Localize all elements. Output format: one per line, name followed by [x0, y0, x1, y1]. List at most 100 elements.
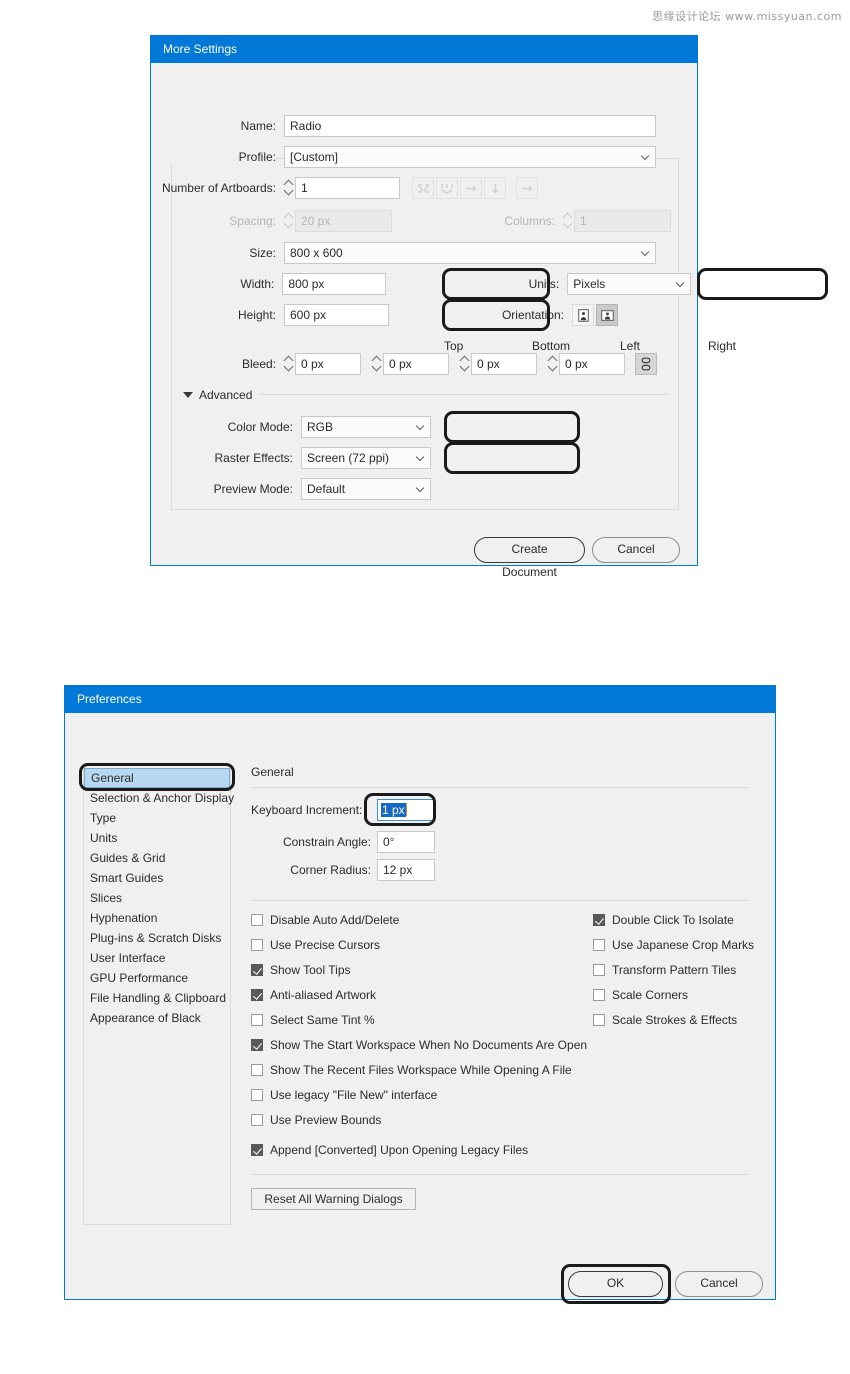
preferences-category-item[interactable]: Smart Guides — [84, 868, 230, 888]
corner-radius-input[interactable]: 12 px — [377, 859, 435, 881]
checkbox-row[interactable]: Show The Start Workspace When No Documen… — [251, 1038, 587, 1052]
bleed-left-input[interactable]: 0 px — [471, 353, 537, 375]
preferences-category-item[interactable]: User Interface — [84, 948, 230, 968]
preferences-category-item[interactable]: GPU Performance — [84, 968, 230, 988]
artboards-stepper[interactable] — [284, 177, 295, 199]
artboard-grid-columns-icon[interactable] — [436, 177, 458, 199]
field-row-raster-effects: Raster Effects: Screen (72 ppi) — [151, 447, 671, 469]
checkbox-unchecked-icon[interactable] — [251, 1089, 263, 1101]
bleed-link-icon[interactable] — [635, 353, 657, 375]
preferences-category-item[interactable]: Guides & Grid — [84, 848, 230, 868]
checkbox-unchecked-icon[interactable] — [251, 939, 263, 951]
checkbox-row[interactable]: Disable Auto Add/Delete — [251, 913, 399, 927]
bleed-top-input[interactable]: 0 px — [295, 353, 361, 375]
number-of-artboards-label: Number of Artboards: — [161, 181, 276, 195]
name-label: Name: — [240, 119, 276, 133]
checkbox-label: Transform Pattern Tiles — [612, 963, 737, 977]
units-select[interactable]: Pixels — [567, 273, 691, 295]
bleed-bottom-input[interactable]: 0 px — [383, 353, 449, 375]
checkbox-unchecked-icon[interactable] — [251, 914, 263, 926]
reset-all-warning-dialogs-button[interactable]: Reset All Warning Dialogs — [251, 1188, 416, 1210]
checkbox-row[interactable]: Select Same Tint % — [251, 1013, 375, 1027]
preferences-category-item[interactable]: Plug-ins & Scratch Disks — [84, 928, 230, 948]
height-input[interactable]: 600 px — [284, 304, 389, 326]
checkbox-row[interactable]: Scale Corners — [593, 988, 688, 1002]
checkbox-label: Show Tool Tips — [270, 963, 351, 977]
checkbox-unchecked-icon[interactable] — [251, 1014, 263, 1026]
portrait-glyph — [577, 308, 589, 322]
checkbox-row[interactable]: Use Preview Bounds — [251, 1113, 381, 1127]
bleed-right-stepper[interactable] — [548, 353, 559, 375]
keyboard-increment-value: 1 px — [381, 803, 406, 817]
arrow-right-glyph — [466, 185, 476, 191]
keyboard-increment-input[interactable]: 1 px — [377, 799, 435, 821]
checkbox-row[interactable]: Double Click To Isolate — [593, 913, 734, 927]
bleed-right-input[interactable]: 0 px — [559, 353, 625, 375]
artboard-arrange-by-row-icon[interactable] — [460, 177, 482, 199]
preferences-cancel-button[interactable]: Cancel — [675, 1271, 763, 1297]
checkbox-checked-icon[interactable] — [251, 1039, 263, 1051]
preferences-category-item[interactable]: Selection & Anchor Display — [84, 788, 234, 808]
checkbox-row[interactable]: Use legacy "File New" interface — [251, 1088, 437, 1102]
artboards-input[interactable]: 1 — [295, 177, 400, 199]
ok-button[interactable]: OK — [568, 1271, 663, 1297]
preview-mode-select[interactable]: Default — [301, 478, 431, 500]
name-input[interactable]: Radio — [284, 115, 656, 137]
checkbox-unchecked-icon[interactable] — [593, 939, 605, 951]
constrain-angle-input[interactable]: 0° — [377, 831, 435, 853]
checkbox-unchecked-icon[interactable] — [251, 1114, 263, 1126]
bleed-left-stepper[interactable] — [460, 353, 471, 375]
checkbox-checked-icon[interactable] — [593, 914, 605, 926]
size-select-value: 800 x 600 — [290, 246, 343, 260]
width-input[interactable]: 800 px — [282, 273, 387, 295]
width-label: Width: — [240, 277, 275, 291]
advanced-section-header[interactable]: Advanced — [183, 388, 252, 402]
raster-effects-select[interactable]: Screen (72 ppi) — [301, 447, 431, 469]
checkbox-row[interactable]: Append [Converted] Upon Opening Legacy F… — [251, 1143, 528, 1157]
keyboard-increment-label: Keyboard Increment: — [251, 803, 363, 817]
checkbox-checked-icon[interactable] — [251, 964, 263, 976]
checkbox-checked-icon[interactable] — [251, 989, 263, 1001]
size-select[interactable]: 800 x 600 — [284, 242, 656, 264]
preferences-category-item[interactable]: Slices — [84, 888, 230, 908]
artboard-arrange-by-column-icon[interactable] — [484, 177, 506, 199]
checkbox-row[interactable]: Show The Recent Files Workspace While Op… — [251, 1063, 572, 1077]
orientation-portrait-icon[interactable] — [572, 304, 594, 326]
chevron-down-icon — [642, 153, 649, 160]
checkbox-row[interactable]: Anti-aliased Artwork — [251, 988, 376, 1002]
checkbox-row[interactable]: Use Precise Cursors — [251, 938, 380, 952]
artboard-flow-direction-icon[interactable] — [516, 177, 538, 199]
preferences-category-item[interactable]: Units — [84, 828, 230, 848]
checkbox-row[interactable]: Show Tool Tips — [251, 963, 351, 977]
landscape-glyph — [600, 309, 614, 321]
chevron-down-icon — [417, 485, 424, 492]
bleed-left-label: Left — [620, 339, 641, 353]
bleed-top-stepper[interactable] — [284, 353, 295, 375]
create-document-button[interactable]: Create Document — [474, 537, 585, 579]
preferences-category-item[interactable]: Type — [84, 808, 230, 828]
color-mode-select[interactable]: RGB — [301, 416, 431, 438]
preferences-category-item[interactable]: Hyphenation — [84, 908, 230, 928]
preferences-category-item[interactable]: File Handling & Clipboard — [84, 988, 230, 1008]
field-row-bleed: Bleed: 0 px 0 px 0 px 0 px — [151, 353, 691, 375]
preferences-dialog: Preferences General Selection & Anchor Di… — [64, 685, 776, 1304]
units-label: Units: — [528, 277, 560, 291]
checkbox-checked-icon[interactable] — [251, 1144, 263, 1156]
bleed-bottom-stepper[interactable] — [372, 353, 383, 375]
preferences-category-item[interactable]: General — [84, 768, 230, 788]
preferences-category-list[interactable]: General Selection & Anchor Display Type Uni… — [83, 765, 234, 1225]
checkbox-row[interactable]: Transform Pattern Tiles — [593, 963, 736, 977]
profile-select[interactable]: [Custom] — [284, 146, 656, 168]
checkbox-unchecked-icon[interactable] — [593, 1014, 605, 1026]
checkbox-unchecked-icon[interactable] — [251, 1064, 263, 1076]
artboard-grid-rows-icon[interactable] — [412, 177, 434, 199]
checkbox-unchecked-icon[interactable] — [593, 964, 605, 976]
checkbox-label: Scale Strokes & Effects — [612, 1013, 738, 1027]
orientation-landscape-icon[interactable] — [596, 304, 618, 326]
preferences-category-item[interactable]: Appearance of Black — [84, 1008, 230, 1028]
checkbox-unchecked-icon[interactable] — [593, 989, 605, 1001]
checkbox-row[interactable]: Use Japanese Crop Marks — [593, 938, 754, 952]
cancel-button[interactable]: Cancel — [592, 537, 680, 563]
preview-mode-label: Preview Mode: — [213, 482, 293, 496]
checkbox-row[interactable]: Scale Strokes & Effects — [593, 1013, 737, 1027]
